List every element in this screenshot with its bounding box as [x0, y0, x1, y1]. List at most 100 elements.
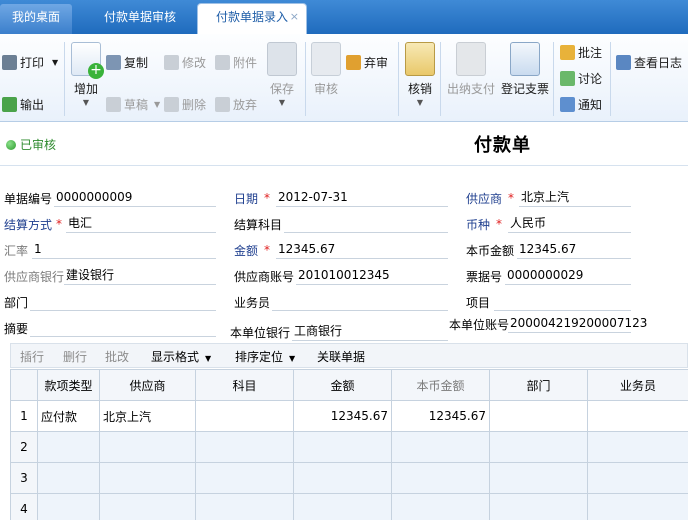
cell[interactable]: 12345.67 — [293, 400, 392, 432]
cell[interactable] — [99, 431, 196, 463]
cell[interactable] — [391, 462, 490, 494]
cell[interactable] — [37, 462, 100, 494]
divider — [398, 42, 399, 116]
abandon-audit-button[interactable]: 弃审 — [346, 54, 388, 71]
dept-field[interactable] — [30, 294, 216, 311]
tab-payment-audit[interactable]: 付款单据审核 — [90, 4, 190, 34]
delete-button[interactable]: 删除 — [164, 96, 206, 113]
settle-subject-field[interactable] — [284, 216, 448, 233]
annotate-icon — [560, 45, 575, 60]
column-header[interactable]: 供应商 — [99, 369, 196, 401]
settle-method-field[interactable]: 电汇 — [66, 216, 216, 233]
cell[interactable] — [99, 493, 196, 520]
cell[interactable] — [99, 462, 196, 494]
supplier-field[interactable]: 北京上汽 — [519, 190, 631, 207]
copy-label: 复制 — [124, 56, 149, 70]
delete-row-button[interactable]: 删行 — [63, 348, 87, 365]
export-button[interactable]: 输出 — [2, 96, 44, 113]
chevron-down-icon[interactable]: ▼ — [52, 58, 58, 67]
link-doc-button[interactable]: 关联单据 — [317, 348, 365, 365]
cell[interactable]: 应付款 — [37, 400, 100, 432]
cell[interactable] — [391, 431, 490, 463]
copy-button[interactable]: 复制 — [106, 54, 148, 71]
chevron-down-icon[interactable]: ▼ — [266, 98, 298, 107]
edit-button[interactable]: 修改 — [164, 54, 206, 71]
tab-my-desktop[interactable]: 我的桌面 — [0, 4, 72, 34]
row-number-header — [10, 369, 38, 401]
our-account-field[interactable]: 200004219200007123 — [508, 316, 647, 333]
attach-button[interactable]: 附件 — [215, 54, 257, 71]
column-header[interactable]: 部门 — [489, 369, 588, 401]
cell[interactable] — [37, 493, 100, 520]
table-row[interactable]: 2 — [10, 431, 688, 463]
project-field[interactable] — [494, 294, 631, 311]
supplier-bank-field[interactable]: 建设银行 — [64, 268, 216, 285]
supplier-account-field[interactable]: 201010012345 — [296, 268, 448, 285]
tab-payment-entry[interactable]: 付款单据录入 × — [197, 3, 307, 34]
date-field[interactable]: 2012-07-31 — [276, 190, 448, 207]
draft-button[interactable]: 草稿 ▼ — [106, 96, 160, 113]
table-row[interactable]: 3 — [10, 462, 688, 494]
printer-icon — [2, 55, 17, 70]
doc-no-field[interactable]: 0000000009 — [54, 190, 216, 207]
add-doc-icon: + — [71, 42, 104, 79]
outpay-button[interactable]: 出纳支付 — [446, 42, 496, 97]
batch-edit-button[interactable]: 批改 — [105, 348, 129, 365]
cell[interactable] — [195, 400, 294, 432]
sort-locate-button[interactable]: 排序定位 ▼ — [235, 348, 295, 365]
table-row[interactable]: 1 应付款 北京上汽 12345.67 12345.67 — [10, 400, 688, 432]
cell[interactable] — [489, 493, 588, 520]
chevron-down-icon[interactable]: ▼ — [405, 98, 435, 107]
annotate-button[interactable]: 批注 — [560, 44, 602, 61]
cell[interactable] — [293, 493, 392, 520]
cell[interactable] — [587, 493, 688, 520]
cell[interactable] — [489, 462, 588, 494]
cell[interactable] — [587, 400, 688, 432]
column-header[interactable]: 业务员 — [587, 369, 688, 401]
cell[interactable] — [37, 431, 100, 463]
our-bank-field[interactable]: 工商银行 — [292, 324, 448, 341]
staff-field[interactable] — [272, 294, 448, 311]
audit-label: 审核 — [313, 82, 338, 96]
close-icon[interactable]: × — [290, 4, 299, 30]
cell[interactable]: 12345.67 — [391, 400, 490, 432]
cell[interactable] — [195, 493, 294, 520]
column-header[interactable]: 金额 — [293, 369, 392, 401]
notify-button[interactable]: 通知 — [560, 96, 602, 113]
bill-no-field[interactable]: 0000000029 — [505, 268, 631, 285]
writeoff-button[interactable]: 核销 ▼ — [405, 42, 435, 107]
audit-button[interactable]: 审核 — [310, 42, 342, 97]
column-header[interactable]: 款项类型 — [37, 369, 100, 401]
discard-button[interactable]: 放弃 — [215, 96, 257, 113]
register-bill-button[interactable]: 登记支票 — [500, 42, 550, 97]
chevron-down-icon[interactable]: ▼ — [70, 98, 102, 107]
cell[interactable] — [293, 462, 392, 494]
memo-field[interactable] — [30, 320, 216, 337]
column-header[interactable]: 本币金额 — [391, 369, 490, 401]
currency-field[interactable]: 人民币 — [508, 216, 631, 233]
cell[interactable] — [391, 493, 490, 520]
column-header[interactable]: 科目 — [195, 369, 294, 401]
cell[interactable] — [195, 462, 294, 494]
rate-field[interactable]: 1 — [32, 242, 216, 259]
local-amount-field[interactable]: 12345.67 — [517, 242, 631, 259]
add-button[interactable]: + 增加 ▼ — [70, 42, 104, 107]
cell[interactable] — [489, 400, 588, 432]
view-log-button[interactable]: 查看日志 — [616, 54, 682, 71]
insert-row-button[interactable]: 插行 — [20, 348, 44, 365]
table-row[interactable]: 4 — [10, 493, 688, 520]
print-button[interactable]: 打印 ▼ — [2, 54, 58, 71]
chevron-down-icon[interactable]: ▼ — [154, 100, 160, 109]
cell[interactable] — [587, 462, 688, 494]
cell[interactable] — [587, 431, 688, 463]
discuss-button[interactable]: 讨论 — [560, 70, 602, 87]
cell[interactable] — [489, 431, 588, 463]
amount-field[interactable]: 12345.67 — [276, 242, 448, 259]
cell[interactable]: 北京上汽 — [99, 400, 196, 432]
display-format-button[interactable]: 显示格式 ▼ — [151, 348, 211, 365]
cell[interactable] — [195, 431, 294, 463]
tab-label: 付款单据录入 — [215, 10, 288, 24]
save-button[interactable]: 保存 ▼ — [266, 42, 298, 107]
cell[interactable] — [293, 431, 392, 463]
print-label: 打印 — [20, 56, 45, 70]
